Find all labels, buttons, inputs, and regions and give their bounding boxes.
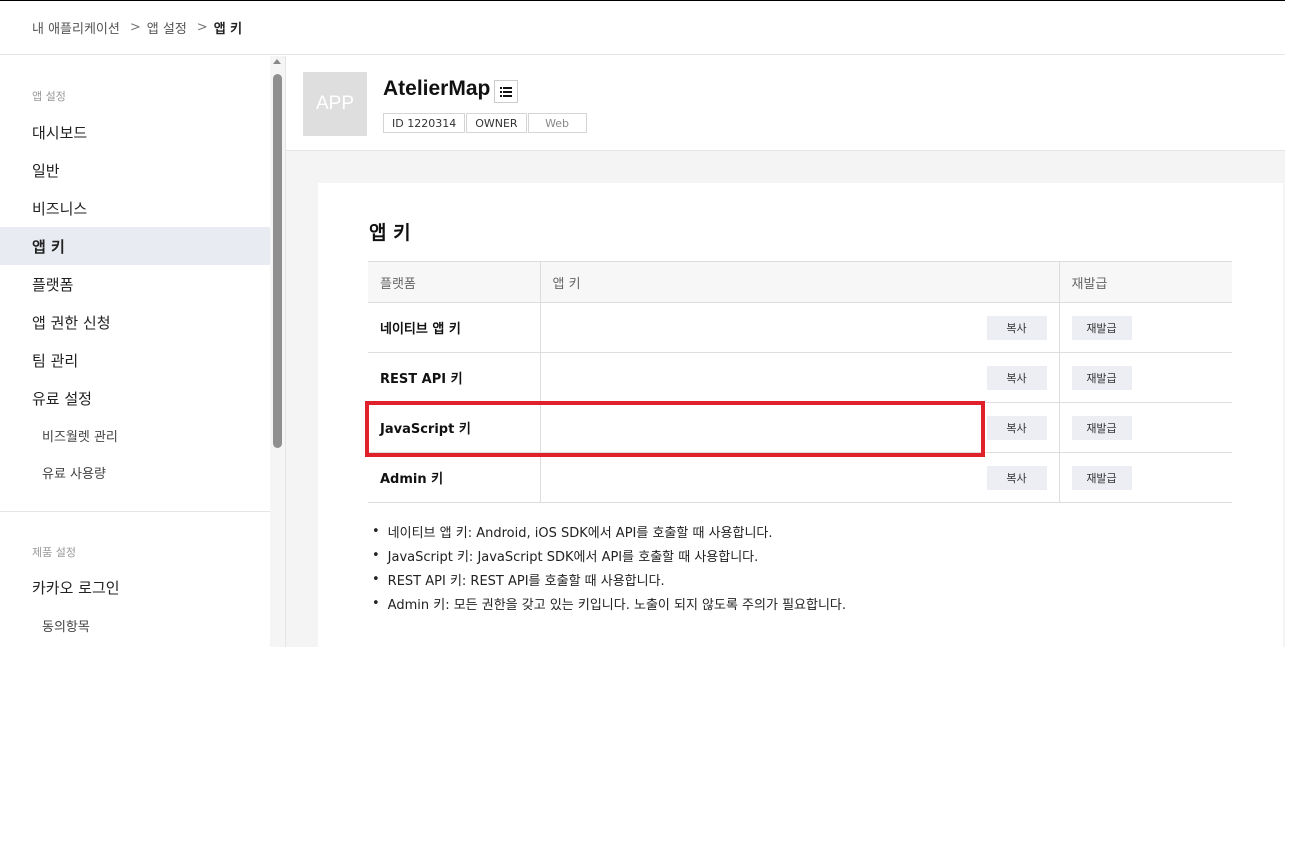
app-id-badge: ID 1220314 bbox=[383, 113, 466, 133]
breadcrumb: 내 애플리케이션 > 앱 설정 > 앱 키 bbox=[0, 1, 1285, 55]
key-usage-notes: 네이티브 앱 키: Android, iOS SDK에서 API를 호출할 때 … bbox=[368, 519, 846, 615]
note-item: REST API 키: REST API를 호출할 때 사용합니다. bbox=[368, 567, 846, 591]
copy-button[interactable]: 복사 bbox=[986, 466, 1047, 490]
header-reissue: 재발급 bbox=[1059, 261, 1232, 303]
table-row-admin-key: Admin 키 복사 재발급 bbox=[368, 452, 1232, 503]
row-label: 네이티브 앱 키 bbox=[368, 302, 540, 353]
app-platform-badge: Web bbox=[527, 113, 587, 133]
row-label: JavaScript 키 bbox=[368, 402, 540, 453]
sidebar-subitem-bizwallet[interactable]: 비즈월렛 관리 bbox=[0, 417, 270, 453]
panel-title: 앱 키 bbox=[369, 222, 411, 244]
app-key-table: 플랫폼 앱 키 재발급 네이티브 앱 키 복사 재발급 REST API 키 복… bbox=[368, 261, 1232, 503]
key-value-cell: 복사 bbox=[539, 402, 1060, 453]
sidebar: 앱 설정 대시보드 일반 비즈니스 앱 키 플랫폼 앱 권한 신청 팀 관리 유… bbox=[0, 56, 270, 647]
reissue-button[interactable]: 재발급 bbox=[1071, 415, 1132, 440]
key-value-cell: 복사 bbox=[539, 302, 1060, 353]
sidebar-item-general[interactable]: 일반 bbox=[0, 151, 270, 189]
note-item: 네이티브 앱 키: Android, iOS SDK에서 API를 호출할 때 … bbox=[368, 519, 846, 543]
sidebar-scrollbar[interactable] bbox=[270, 56, 285, 647]
reissue-cell: 재발급 bbox=[1059, 452, 1232, 503]
app-thumbnail: APP bbox=[303, 72, 367, 136]
app-viewport: 내 애플리케이션 > 앱 설정 > 앱 키 앱 설정 대시보드 일반 비즈니스 … bbox=[0, 0, 1285, 647]
app-name: AtelierMap bbox=[383, 77, 491, 100]
app-list-button[interactable] bbox=[494, 80, 518, 103]
reissue-cell: 재발급 bbox=[1059, 402, 1232, 453]
sidebar-section-app-settings: 앱 설정 bbox=[32, 90, 66, 103]
row-label: REST API 키 bbox=[368, 352, 540, 403]
sidebar-item-team[interactable]: 팀 관리 bbox=[0, 341, 270, 379]
breadcrumb-separator: > bbox=[129, 20, 141, 35]
scroll-up-arrow-icon[interactable] bbox=[273, 59, 281, 64]
reissue-cell: 재발급 bbox=[1059, 352, 1232, 403]
sidebar-section-product-settings: 제품 설정 bbox=[32, 546, 76, 559]
copy-button[interactable]: 복사 bbox=[986, 316, 1047, 340]
sidebar-subitem-paid-usage[interactable]: 유료 사용량 bbox=[0, 454, 270, 490]
note-item: JavaScript 키: JavaScript SDK에서 API를 호출할 … bbox=[368, 543, 846, 567]
sidebar-item-dashboard[interactable]: 대시보드 bbox=[0, 113, 270, 151]
table-row-rest-api-key: REST API 키 복사 재발급 bbox=[368, 352, 1232, 403]
table-header-row: 플랫폼 앱 키 재발급 bbox=[368, 261, 1232, 303]
breadcrumb-app-settings[interactable]: 앱 설정 bbox=[147, 18, 187, 37]
copy-button[interactable]: 복사 bbox=[986, 366, 1047, 390]
reissue-button[interactable]: 재발급 bbox=[1071, 365, 1132, 390]
scrollbar-thumb[interactable] bbox=[273, 74, 282, 448]
reissue-button[interactable]: 재발급 bbox=[1071, 315, 1132, 340]
reissue-button[interactable]: 재발급 bbox=[1071, 465, 1132, 490]
breadcrumb-current: 앱 키 bbox=[213, 22, 243, 37]
row-label: Admin 키 bbox=[368, 452, 540, 503]
key-value-cell: 복사 bbox=[539, 352, 1060, 403]
sidebar-divider bbox=[0, 511, 270, 512]
copy-button[interactable]: 복사 bbox=[986, 416, 1047, 440]
table-row-native-key: 네이티브 앱 키 복사 재발급 bbox=[368, 302, 1232, 353]
breadcrumb-my-apps[interactable]: 내 애플리케이션 bbox=[32, 18, 120, 37]
table-row-javascript-key: JavaScript 키 복사 재발급 bbox=[368, 402, 1232, 453]
reissue-cell: 재발급 bbox=[1059, 302, 1232, 353]
sidebar-item-app-key[interactable]: 앱 키 bbox=[0, 227, 270, 265]
breadcrumb-separator: > bbox=[196, 20, 208, 35]
sidebar-item-business[interactable]: 비즈니스 bbox=[0, 189, 270, 227]
app-role-badge: OWNER bbox=[466, 113, 527, 133]
key-value-cell: 복사 bbox=[539, 452, 1060, 503]
sidebar-item-paid-settings[interactable]: 유료 설정 bbox=[0, 379, 270, 417]
app-key-panel: 앱 키 플랫폼 앱 키 재발급 네이티브 앱 키 복사 재발급 REST API… bbox=[318, 183, 1283, 647]
sidebar-item-permission-request[interactable]: 앱 권한 신청 bbox=[0, 303, 270, 341]
header-app-key: 앱 키 bbox=[539, 261, 1060, 303]
app-header: APP AtelierMap ID 1220314 OWNER Web bbox=[286, 56, 1285, 151]
sidebar-item-kakao-login[interactable]: 카카오 로그인 bbox=[0, 568, 270, 606]
note-item: Admin 키: 모든 권한을 갖고 있는 키입니다. 노출이 되지 않도록 주… bbox=[368, 591, 846, 615]
sidebar-item-platform[interactable]: 플랫폼 bbox=[0, 265, 270, 303]
sidebar-subitem-consent-items[interactable]: 동의항목 bbox=[0, 607, 270, 643]
list-icon bbox=[500, 86, 512, 97]
main-content: APP AtelierMap ID 1220314 OWNER Web 앱 키 bbox=[285, 56, 1285, 647]
app-badges: ID 1220314 OWNER Web bbox=[383, 113, 588, 133]
header-platform: 플랫폼 bbox=[368, 261, 540, 303]
